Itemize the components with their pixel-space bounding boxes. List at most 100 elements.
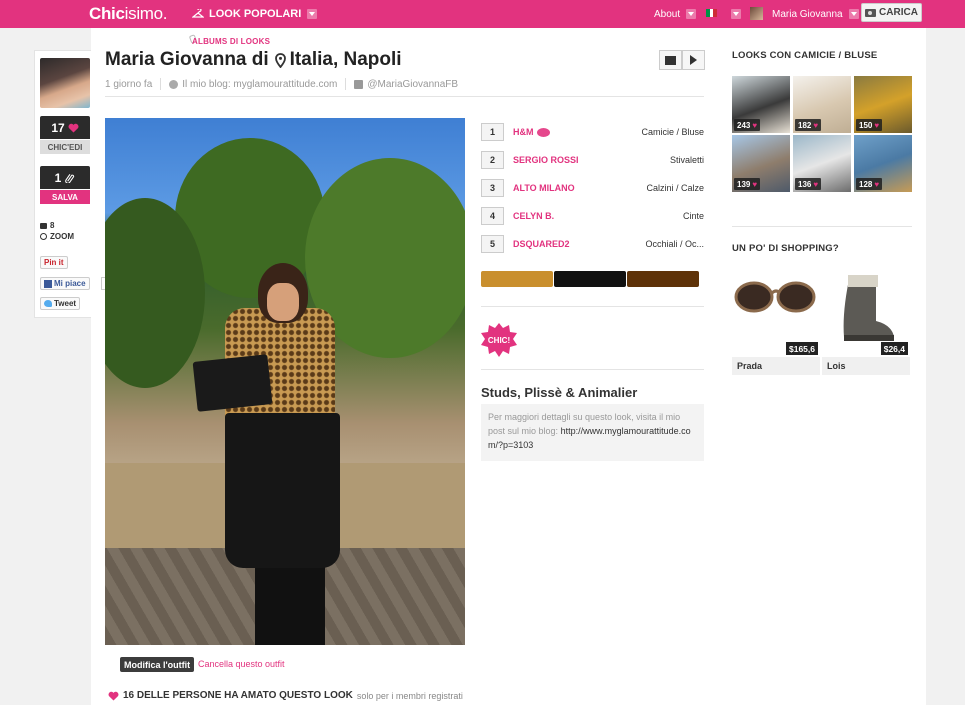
look-thumbnail[interactable]: 243 ♥ [732, 76, 790, 133]
list-item[interactable]: 4 CELYN B. Cinte [481, 205, 704, 227]
list-item[interactable]: 2 SERGIO ROSSI Stivaletti [481, 149, 704, 171]
about-label: About [654, 8, 681, 20]
item-category[interactable]: Cinte [614, 211, 704, 221]
product-image[interactable]: $26,4 [822, 269, 910, 357]
item-brand[interactable]: SERGIO ROSSI [513, 155, 614, 165]
chevron-down-icon[interactable] [848, 9, 859, 19]
location-name[interactable]: Italia, Napoli [290, 49, 402, 71]
author-avatar[interactable] [40, 58, 90, 108]
italy-flag-icon[interactable] [706, 9, 718, 17]
edit-outfit-button[interactable]: Modifica l'outfit [120, 657, 195, 672]
view-toggle [659, 50, 705, 70]
page-title: Maria Giovanna di Italia, Napoli [105, 49, 402, 71]
chic-button[interactable]: CHIC'EDI [40, 140, 90, 154]
look-photo[interactable] [105, 118, 465, 645]
comment-icon [40, 222, 47, 229]
look-likes: 150 ♥ [856, 119, 883, 131]
comments-count[interactable]: 8 [40, 221, 54, 230]
shopping-heading: UN PO' DI SHOPPING? [732, 243, 839, 254]
divider [732, 226, 912, 227]
shop-product[interactable]: $26,4 Lois [822, 269, 910, 377]
list-item[interactable]: 3 ALTO MILANO Calzini / Calze [481, 177, 704, 199]
pinterest-button[interactable]: Pin it [40, 256, 68, 269]
item-brand[interactable]: CELYN B. [513, 211, 614, 221]
product-image[interactable]: $165,6 [732, 269, 820, 357]
item-category[interactable]: Camicie / Bluse [614, 127, 704, 137]
location-pin-icon [274, 52, 286, 68]
facebook-like-button[interactable]: Mi piace [40, 277, 90, 290]
chevron-down-icon[interactable] [686, 9, 697, 19]
item-category[interactable]: Stivaletti [614, 155, 704, 165]
twitter-link[interactable]: @MariaGiovannaFB [367, 79, 458, 90]
grid-view-button[interactable] [659, 50, 682, 70]
albums-link[interactable]: ALBUMS DI LOOKS [192, 37, 270, 46]
divider [345, 78, 347, 90]
item-number: 2 [481, 151, 504, 169]
blog-link[interactable]: Il mio blog: myglamourattitude.com [182, 79, 337, 90]
item-category[interactable]: Calzini / Calze [614, 183, 704, 193]
paperclip-icon [65, 173, 75, 183]
user-menu[interactable]: Maria Giovanna [772, 0, 859, 28]
user-avatar[interactable] [750, 7, 763, 20]
chevron-down-icon[interactable] [307, 9, 318, 19]
color-palette [481, 271, 699, 287]
like-label: Mi piace [54, 279, 86, 288]
chic-counter[interactable]: 17 [40, 116, 90, 139]
play-icon [690, 55, 697, 65]
product-name[interactable]: Prada [732, 357, 820, 375]
look-likes: 128 ♥ [856, 178, 883, 190]
hanger-icon [192, 9, 204, 18]
zoom-label: ZOOM [50, 232, 74, 241]
look-thumbnail[interactable]: 128 ♥ [854, 135, 912, 192]
shop-product[interactable]: $165,6 Prada [732, 269, 820, 377]
photo-skirt [225, 413, 340, 568]
magnifier-icon [40, 233, 47, 240]
look-likes: 243 ♥ [734, 119, 761, 131]
list-item[interactable]: 5 DSQUARED2 Occhiali / Oc... [481, 233, 704, 255]
look-thumbnail[interactable]: 136 ♥ [793, 135, 851, 192]
boot-icon [843, 275, 894, 341]
camera-icon [865, 8, 877, 17]
photo-legs [255, 563, 325, 645]
color-swatch[interactable] [554, 271, 626, 287]
product-name[interactable]: Lois [822, 357, 910, 375]
item-category[interactable]: Occhiali / Oc... [614, 239, 704, 249]
loved-by-count: 16 DELLE PERSONE HA AMATO QUESTO LOOK so… [108, 690, 463, 701]
save-counter[interactable]: 1 [40, 166, 90, 189]
divider [481, 369, 704, 370]
zoom-button[interactable]: ZOOM [40, 232, 74, 241]
divider [105, 96, 704, 97]
item-brand[interactable]: H&M [513, 127, 614, 137]
color-swatch[interactable] [627, 271, 699, 287]
product-price: $26,4 [880, 342, 908, 355]
about-menu[interactable]: About [654, 0, 697, 28]
tweet-label: Tweet [54, 299, 77, 308]
look-thumbnail[interactable]: 139 ♥ [732, 135, 790, 192]
loved-note: solo per i membri registrati [356, 690, 463, 701]
item-brand[interactable]: ALTO MILANO [513, 183, 614, 193]
look-thumbnail[interactable]: 150 ♥ [854, 76, 912, 133]
next-look-button[interactable] [682, 50, 705, 70]
language-chevron-icon[interactable] [731, 9, 741, 19]
look-description: Per maggiori dettagli su questo look, vi… [481, 404, 704, 461]
globe-icon [536, 127, 550, 137]
upload-button[interactable]: CARICA [861, 3, 922, 22]
look-likes: 139 ♥ [734, 178, 761, 190]
author-name[interactable]: Maria Giovanna di [105, 49, 269, 71]
user-name: Maria Giovanna [772, 8, 843, 20]
color-swatch[interactable] [481, 271, 553, 287]
popular-looks-menu[interactable]: LOOK POPOLARI [192, 0, 318, 28]
tweet-button[interactable]: Tweet [40, 297, 81, 310]
look-thumbnail[interactable]: 182 ♥ [793, 76, 851, 133]
item-brand[interactable]: DSQUARED2 [513, 239, 614, 249]
top-navigation-bar: Chicisimo. LOOK POPOLARI About Maria Gio… [0, 0, 965, 28]
twitter-bird-icon [44, 300, 52, 307]
chicisimo-logo[interactable]: Chicisimo. [89, 4, 168, 24]
list-item[interactable]: 1 H&M Camicie / Bluse [481, 121, 704, 143]
chic-badge-icon[interactable]: CHIC! [480, 322, 518, 358]
product-price: $165,6 [786, 342, 818, 355]
item-number: 5 [481, 235, 504, 253]
chic-badge-label: CHIC! [488, 336, 510, 345]
delete-outfit-link[interactable]: Cancella questo outfit [198, 659, 285, 669]
save-button[interactable]: SALVA [40, 190, 90, 204]
